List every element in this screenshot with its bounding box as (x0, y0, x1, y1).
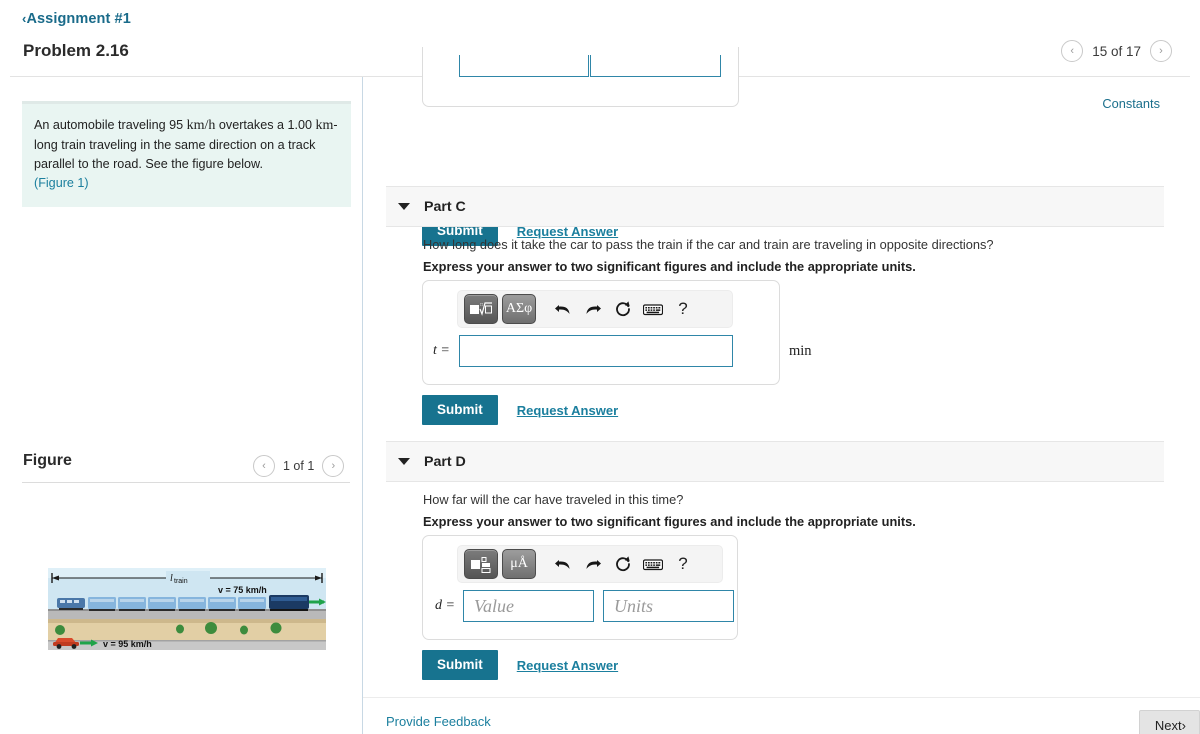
problem-page: ‹Assignment #1 Problem 2.16 ‹ 15 of 17 ›… (0, 0, 1200, 734)
svg-text:train: train (174, 578, 188, 585)
part-c-math-toolbar: □ ΑΣφ ? (457, 290, 733, 328)
svg-text:□: □ (480, 302, 483, 308)
units-symbols-button[interactable]: μÅ (502, 549, 536, 579)
footer-divider (363, 697, 1200, 698)
next-button[interactable]: Next› (1138, 710, 1200, 734)
svg-text:l: l (170, 573, 173, 584)
train-speed-label: v = 75 km/h (218, 585, 267, 595)
unit-kmh-1: km/h (186, 118, 216, 133)
submit-button[interactable]: Submit (422, 395, 498, 425)
problem-text-part-2: overtakes a 1.00 (218, 118, 313, 132)
part-c-label: Part C (424, 198, 466, 215)
chevron-right-icon: › (331, 459, 336, 472)
request-answer-link[interactable]: Request Answer (517, 403, 618, 418)
chevron-right-icon: › (1181, 718, 1186, 733)
part-d-input-row: d = (435, 590, 734, 622)
part-c-question: How long does it take the car to pass th… (423, 237, 994, 252)
train-car-diagram-svg: l train v = 75 km/h v = 95 km/h (48, 568, 326, 650)
part-c-unit-label: min (789, 343, 812, 359)
greek-button-label: ΑΣφ (505, 301, 533, 316)
part-c-answer-card: □ ΑΣφ ? t = min (422, 280, 812, 385)
figure-next-button[interactable]: › (322, 455, 345, 477)
figure-pager: ‹ 1 of 1 › (253, 455, 345, 477)
figure-prev-button[interactable]: ‹ (253, 455, 275, 477)
collapse-caret-icon[interactable] (398, 458, 410, 465)
help-icon[interactable]: ? (668, 295, 698, 323)
keyboard-icon[interactable] (638, 550, 668, 578)
part-d-answer-card: μÅ ? d = Value Units (422, 535, 738, 640)
chevron-left-icon: ‹ (262, 459, 266, 472)
part-d-header[interactable]: Part D (386, 441, 1164, 482)
part-c-variable-label: t = (433, 343, 450, 358)
undo-icon[interactable] (548, 550, 578, 578)
part-d-units-input[interactable] (602, 590, 734, 622)
next-problem-button[interactable]: › (1150, 40, 1172, 62)
redo-icon[interactable] (578, 295, 608, 323)
previous-units-input[interactable] (590, 55, 721, 77)
prev-problem-button[interactable]: ‹ (1061, 40, 1084, 62)
problem-pager-label: 15 of 17 (1092, 43, 1141, 59)
submit-button[interactable]: Submit (422, 650, 498, 680)
part-d-actions: Submit Request Answer (422, 650, 618, 680)
collapse-caret-icon[interactable] (398, 203, 410, 210)
part-c-actions: Submit Request Answer (422, 395, 618, 425)
figure-pager-label: 1 of 1 (283, 459, 315, 473)
figure-heading: Figure (23, 452, 72, 469)
keyboard-icon[interactable] (638, 295, 668, 323)
part-c-instruction: Express your answer to two significant f… (423, 259, 916, 274)
constants-link[interactable]: Constants (1102, 96, 1160, 111)
part-d-variable-label: d = (435, 598, 455, 613)
next-button-label: Next (1154, 718, 1182, 733)
problem-text-hyphen: - (333, 118, 338, 132)
part-d-math-toolbar: μÅ ? (457, 545, 723, 583)
chevron-right-icon: › (1159, 44, 1163, 57)
unit-km: km (315, 118, 334, 133)
provide-feedback-link[interactable]: Provide Feedback (386, 714, 491, 729)
part-c-answer-input[interactable] (458, 335, 733, 367)
previous-part-answer-card (422, 47, 739, 107)
redo-icon[interactable] (578, 550, 608, 578)
previous-value-input[interactable] (459, 55, 589, 77)
part-c-input-row: t = (433, 335, 733, 367)
part-d-label: Part D (424, 453, 466, 470)
template-blocks-icon[interactable] (464, 549, 498, 579)
greek-symbols-button[interactable]: ΑΣφ (502, 294, 536, 324)
reset-icon[interactable] (608, 295, 638, 323)
problem-statement-box: An automobile traveling 95 km/h overtake… (22, 101, 351, 207)
figure-1-link[interactable]: (Figure 1) (34, 176, 89, 190)
units-button-label: μÅ (510, 556, 528, 571)
part-d-question: How far will the car have traveled in th… (423, 492, 684, 507)
problem-statement-text: An automobile traveling 95 km/h overtake… (34, 115, 339, 193)
reset-icon[interactable] (608, 550, 638, 578)
part-d-value-input[interactable] (462, 590, 594, 622)
problem-text-part-1: An automobile traveling 95 (34, 118, 184, 132)
car-speed-label: v = 95 km/h (103, 639, 152, 649)
part-c-header[interactable]: Part C (386, 186, 1164, 227)
page-title: Problem 2.16 (23, 41, 129, 60)
square-root-template-icon[interactable]: □ (464, 294, 498, 324)
undo-icon[interactable] (548, 295, 578, 323)
back-to-assignment-link[interactable]: ‹Assignment #1 (22, 11, 131, 27)
back-link-label: Assignment #1 (26, 11, 131, 27)
figure-divider (22, 482, 350, 483)
main-content: Constants Submit Request Answer Part C H… (363, 47, 1200, 734)
problem-text-line-3: to the road. See the figure below. (78, 156, 263, 171)
help-icon[interactable]: ? (668, 550, 698, 578)
figure-illustration[interactable]: l train v = 75 km/h v = 95 km/h (48, 568, 326, 650)
problem-pager: ‹ 15 of 17 › (1061, 40, 1172, 62)
chevron-left-icon: ‹ (1070, 44, 1075, 57)
part-d-instruction: Express your answer to two significant f… (423, 514, 916, 529)
request-answer-link[interactable]: Request Answer (517, 658, 618, 673)
